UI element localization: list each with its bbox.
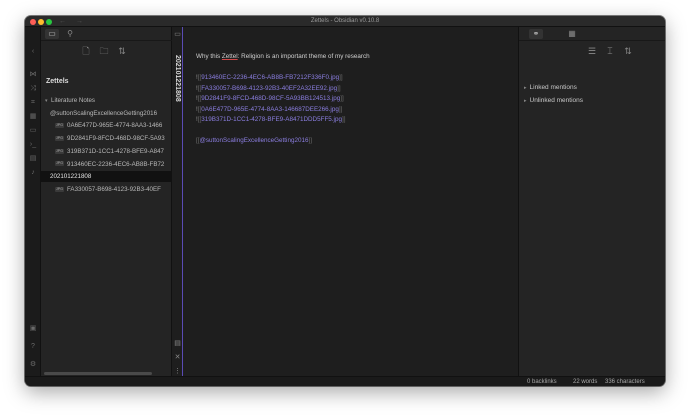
left-ribbon: ‹ ⋈ ⤨ ⌗ ▦ ▭ ›_ ▤ ♪ ▣ ? ⚙ bbox=[25, 27, 41, 386]
link-close-bracket: ]] bbox=[341, 116, 346, 124]
tree-item-label: 9D2841F9-8FCD-468D-98CF-5A93 bbox=[67, 135, 165, 143]
file-type-badge: JPG bbox=[55, 123, 64, 129]
link-close-bracket: ]] bbox=[308, 137, 312, 144]
character-count: 336 characters bbox=[605, 379, 645, 385]
note-title[interactable]: 202101221808 bbox=[172, 55, 183, 115]
image-embed-line[interactable]: ![[913460EC-2236-4EC6-AB8B-FB7212F336F0.… bbox=[196, 73, 343, 82]
embed-link[interactable]: 913460EC-2236-4EC6-AB8B-FB7212F336F0.jpg bbox=[201, 74, 339, 81]
file-explorer-tab[interactable]: ▭ bbox=[45, 29, 59, 39]
tree-attachment[interactable]: JPG 9D2841F9-8FCD-468D-98CF-5A93 bbox=[41, 133, 172, 144]
sort-backlinks-icon[interactable]: ⇅ bbox=[622, 45, 634, 57]
graph-icon[interactable]: ⋈ bbox=[29, 71, 37, 79]
tree-file[interactable]: 202101221808 bbox=[41, 171, 172, 183]
random-note-icon[interactable]: ⤨ bbox=[29, 85, 37, 93]
file-type-badge: JPG bbox=[55, 148, 64, 154]
calendar-tab-icon[interactable]: ▦ bbox=[565, 29, 579, 39]
file-explorer-actions: 🗋 🗀 ⇅ bbox=[41, 44, 172, 58]
right-sidebar-tabs: ⚭ ▦ bbox=[519, 27, 665, 41]
sort-icon[interactable]: ⇅ bbox=[116, 45, 128, 57]
tree-item-label: 0A6E477D-965E-4774-8AA3-1466 bbox=[67, 122, 163, 130]
citation-link-line[interactable]: [[@suttonScalingExcellenceGetting2016]] bbox=[196, 136, 312, 145]
collapse-results-icon[interactable]: ☰ bbox=[586, 45, 598, 57]
link-close-bracket: ]] bbox=[340, 95, 344, 103]
command-icon[interactable]: ›_ bbox=[29, 141, 37, 149]
title-bar: ← → Zettels - Obsidian v0.10.8 bbox=[25, 16, 665, 27]
editor-line-intro[interactable]: Why this Zettel: Religion is an importan… bbox=[196, 52, 370, 61]
backlinks-pane-icon[interactable]: ▤ bbox=[173, 339, 182, 348]
embed-link[interactable]: 9D2841F9-8FCD-468D-98CF-5A93BB124513.jpg bbox=[201, 95, 340, 102]
file-type-badge: JPG bbox=[55, 135, 64, 141]
word-count: 22 words bbox=[573, 379, 598, 385]
file-explorer-sidebar: ▭ ⚲ 🗋 🗀 ⇅ Zettels ▾ Literature Notes @sutt… bbox=[41, 27, 172, 376]
collapse-left-icon[interactable]: ‹ bbox=[29, 48, 37, 56]
tree-item-label: 202101221808 bbox=[50, 173, 92, 181]
search-tab[interactable]: ⚲ bbox=[63, 29, 77, 39]
more-options-icon[interactable]: ⋮ bbox=[173, 367, 182, 376]
tree-item-label: @suttonScalingExcellenceGetting2016 bbox=[50, 109, 158, 117]
link-close-bracket: ]] bbox=[337, 84, 341, 92]
left-sidebar-tabs: ▭ ⚲ bbox=[41, 27, 172, 41]
window-title: Zettels - Obsidian v0.10.8 bbox=[310, 18, 380, 24]
embed-link[interactable]: 319B371D-1CC1-4278-BFE9-A8471DDD5FF5.jpg bbox=[201, 116, 342, 123]
status-bar: 0 backlinks 22 words 336 characters bbox=[25, 376, 665, 386]
chevron-right-icon: ▸ bbox=[524, 85, 527, 91]
document-icon[interactable]: ▭ bbox=[29, 127, 37, 135]
file-type-badge: JPG bbox=[55, 186, 64, 192]
image-embed-line[interactable]: ![[FA330057-B698-4123-92B3-40EF2A32EE92.… bbox=[196, 84, 341, 93]
chevron-right-icon: ▸ bbox=[524, 98, 527, 104]
link-close-bracket: ]] bbox=[339, 74, 343, 81]
tree-folder[interactable]: ▾ Literature Notes bbox=[41, 95, 172, 106]
publish-icon[interactable]: ▣ bbox=[29, 325, 37, 333]
help-icon[interactable]: ? bbox=[29, 343, 37, 351]
intro-text-start: Why this bbox=[196, 53, 222, 60]
tree-file[interactable]: @suttonScalingExcellenceGetting2016 bbox=[41, 108, 172, 119]
open-file-icon[interactable]: ▭ bbox=[173, 30, 182, 39]
tree-item-label: 913460EC-2236-4EC6-AB8B-FB72 bbox=[67, 160, 165, 168]
tree-attachment[interactable]: JPG 913460EC-2236-4EC6-AB8B-FB72 bbox=[41, 159, 172, 170]
backlinks-actions: ☰ ⌶ ⇅ bbox=[519, 44, 665, 58]
tree-attachment[interactable]: JPG 0A6E477D-965E-4774-8AA3-1466 bbox=[41, 120, 172, 131]
tree-attachment[interactable]: JPG 319B371D-1CC1-4278-BFE9-A847 bbox=[41, 146, 172, 157]
archive-icon[interactable]: ▤ bbox=[29, 155, 37, 163]
obsidian-window: ← → Zettels - Obsidian v0.10.8 ‹ ⋈ ⤨ ⌗ ▦… bbox=[25, 16, 665, 386]
unlinked-mentions-label: Unlinked mentions bbox=[529, 97, 583, 104]
tree-item-label: Literature Notes bbox=[51, 97, 96, 104]
linked-mentions-label: Linked mentions bbox=[529, 84, 577, 91]
embed-link[interactable]: 0A6E477D-965E-4774-8AA3-146687DEE266.jpg bbox=[201, 106, 339, 113]
pane-header-strip: ▭ 202101221808 ▤ ✕ ⋮ bbox=[172, 27, 183, 376]
backlinks-tab-icon[interactable]: ⚭ bbox=[529, 29, 543, 39]
tree-item-label: FA330057-B698-4123-92B3-40EF bbox=[67, 185, 161, 193]
unlinked-mentions-toggle[interactable]: ▸ Unlinked mentions bbox=[524, 96, 583, 106]
tag-icon[interactable]: ⌗ bbox=[29, 99, 37, 107]
backlinks-count[interactable]: 0 backlinks bbox=[527, 377, 557, 386]
citation-link[interactable]: @suttonScalingExcellenceGetting2016 bbox=[200, 137, 309, 144]
image-embed-line[interactable]: ![[9D2841F9-8FCD-468D-98CF-5A93BB124513.… bbox=[196, 94, 344, 103]
intro-text-end: : Religion is an important theme of my r… bbox=[237, 53, 370, 60]
linked-mentions-toggle[interactable]: ▸ Linked mentions bbox=[524, 83, 577, 93]
microphone-icon[interactable]: ♪ bbox=[29, 169, 37, 177]
file-type-badge: JPG bbox=[55, 161, 64, 167]
tree-item-label: 319B371D-1CC1-4278-BFE9-A847 bbox=[67, 147, 164, 155]
vault-name[interactable]: Zettels bbox=[46, 78, 69, 85]
image-embed-line[interactable]: ![[0A6E477D-965E-4774-8AA3-146687DEE266.… bbox=[196, 105, 342, 114]
image-embed-line[interactable]: ![[319B371D-1CC1-4278-BFE9-A8471DDD5FF5.… bbox=[196, 115, 345, 124]
embed-link[interactable]: FA330057-B698-4123-92B3-40EF2A32EE92.jpg bbox=[201, 85, 337, 92]
close-pane-icon[interactable]: ✕ bbox=[173, 353, 182, 362]
calendar-icon[interactable]: ▦ bbox=[29, 113, 37, 121]
new-note-icon[interactable]: 🗋 bbox=[80, 45, 92, 57]
show-more-context-icon[interactable]: ⌶ bbox=[604, 45, 616, 57]
tree-attachment[interactable]: JPG FA330057-B698-4123-92B3-40EF bbox=[41, 184, 172, 195]
sidebar-scrollbar[interactable] bbox=[44, 372, 152, 375]
editor-pane[interactable]: Why this Zettel: Religion is an importan… bbox=[183, 27, 518, 376]
link-close-bracket: ]] bbox=[338, 105, 343, 113]
backlinks-sidebar: ⚭ ▦ ☰ ⌶ ⇅ ▸ Linked mentions ▸ Unlinked men… bbox=[518, 27, 665, 376]
spellcheck-word: Zettel bbox=[221, 53, 238, 60]
new-folder-icon[interactable]: 🗀 bbox=[98, 45, 110, 57]
settings-icon[interactable]: ⚙ bbox=[29, 361, 37, 369]
